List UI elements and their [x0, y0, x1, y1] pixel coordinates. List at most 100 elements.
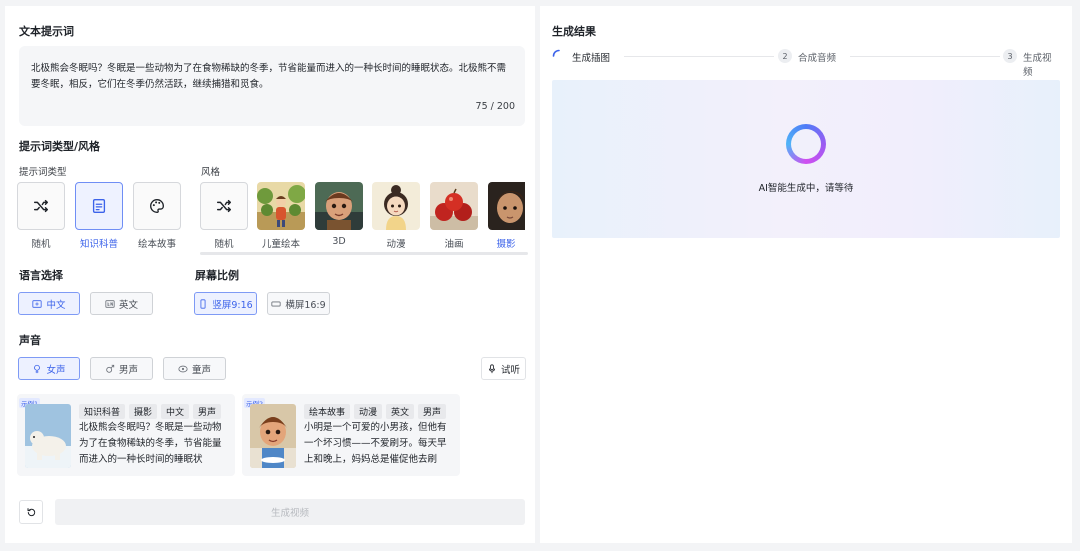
ratio-title: 屏幕比例 [195, 269, 239, 282]
example-1-tags: 知识科普 摄影 中文 男声 [79, 404, 222, 419]
step-3-number: 3 [1003, 49, 1017, 63]
male-icon [106, 364, 115, 373]
prompt-title: 文本提示词 [19, 25, 74, 38]
palette-icon [150, 199, 164, 213]
boy-thumbnail [250, 404, 296, 468]
style-label: 风格 [201, 167, 221, 178]
style-3d[interactable]: 3D [315, 182, 363, 247]
landscape-icon [271, 301, 281, 306]
voice-title: 声音 [19, 334, 41, 347]
type-science[interactable]: 知识科普 [75, 182, 123, 250]
type-story[interactable]: 绘本故事 [133, 182, 181, 250]
generate-video-button[interactable]: 生成视频 [55, 499, 525, 525]
prompt-textarea[interactable]: 北极熊会冬眠吗？冬眠是一些动物为了在食物稀缺的冬季，节省能量而进入的一种长时间的… [19, 46, 525, 126]
config-panel: 文本提示词 北极熊会冬眠吗？冬眠是一些动物为了在食物稀缺的冬季，节省能量而进入的… [5, 6, 535, 543]
type-science-tile[interactable] [75, 182, 123, 230]
tag: 中文 [161, 404, 190, 419]
portrait-icon [200, 298, 206, 309]
voice-child-label: 童声 [191, 364, 211, 376]
result-panel: 生成结果 生成插图 2 合成音频 3 生成视频 AI智能生成中，请等待 [540, 6, 1072, 543]
tag: 动漫 [354, 404, 383, 419]
ratio-portrait-button[interactable]: 竖屏9:16 [194, 292, 257, 315]
shuffle-icon [216, 199, 232, 213]
style-random[interactable]: 随机 [200, 182, 248, 250]
step-connector [850, 56, 1000, 57]
female-icon [34, 364, 41, 373]
ratio-landscape-button[interactable]: 横屏16:9 [267, 292, 330, 315]
voice-male-label: 男声 [118, 364, 138, 376]
step-1-spinner [552, 49, 566, 63]
loading-ring-icon [786, 124, 826, 164]
result-title: 生成结果 [552, 25, 596, 38]
step-2-number: 2 [778, 49, 792, 63]
child-icon [178, 365, 188, 372]
listen-label: 试听 [500, 364, 520, 376]
tag: 知识科普 [79, 404, 126, 419]
example-card-1[interactable]: 示例1 知识科普 摄影 中文 男声 北极熊会冬眠吗？冬眠是一些动物为了在食物稀缺… [17, 394, 235, 476]
voice-female-label: 女声 [46, 364, 66, 376]
example-2-text: 小明是一个可爱的小男孩，但他有一个坏习惯——不爱刷牙。每天早上和晚上，妈妈总是催… [304, 422, 447, 465]
voice-male-button[interactable]: 男声 [90, 357, 153, 380]
step-connector [624, 56, 774, 57]
style-picture-book-label: 儿童绘本 [261, 239, 300, 250]
language-chinese-label: 中文 [46, 299, 66, 311]
style-photo[interactable]: 摄影 [488, 182, 525, 256]
style-picture-book[interactable]: 儿童绘本 [257, 182, 305, 250]
reset-button[interactable] [19, 500, 43, 524]
ratio-portrait-label: 竖屏9:16 [212, 299, 253, 311]
language-english-button[interactable]: 英文 [90, 292, 153, 315]
ratio-landscape-label: 横屏16:9 [285, 299, 326, 311]
tag: 男声 [418, 404, 447, 419]
tag: 男声 [193, 404, 222, 419]
prompt-counter: 75 / 200 [475, 101, 515, 112]
voice-child-button[interactable]: 童声 [163, 357, 226, 380]
polar-bear-thumbnail [25, 404, 71, 468]
language-title: 语言选择 [19, 269, 63, 282]
microphone-icon [488, 363, 496, 373]
type-random-label: 随机 [31, 239, 51, 250]
oil-painting-thumbnail[interactable] [430, 182, 478, 230]
prompt-text: 北极熊会冬眠吗？冬眠是一些动物为了在食物稀缺的冬季，节省能量而进入的一种长时间的… [31, 63, 507, 90]
style-anime-label: 动漫 [386, 239, 406, 250]
generating-status: AI智能生成中，请等待 [758, 183, 854, 194]
style-oil[interactable]: 油画 [430, 182, 478, 250]
type-style-title: 提示词类型/风格 [19, 140, 101, 153]
3d-thumbnail[interactable] [315, 182, 363, 230]
type-science-label: 知识科普 [79, 239, 118, 250]
step-2-label: 合成音频 [798, 53, 837, 64]
anime-thumbnail[interactable] [372, 182, 420, 230]
style-random-label: 随机 [214, 239, 234, 250]
language-english-label: 英文 [118, 299, 138, 311]
example-1-text: 北极熊会冬眠吗？冬眠是一些动物为了在食物稀缺的冬季，节省能量而进入的一种长时间的… [79, 422, 222, 465]
photo-thumbnail[interactable] [488, 182, 525, 230]
example-2-tags: 绘本故事 动漫 英文 男声 [304, 404, 447, 419]
listen-button[interactable]: 试听 [481, 357, 526, 380]
style-anime[interactable]: 动漫 [372, 182, 420, 250]
document-icon [92, 199, 106, 213]
chinese-icon [32, 299, 43, 308]
style-photo-label: 摄影 [496, 239, 516, 250]
example-card-2[interactable]: 示例2 绘本故事 动漫 英文 男声 小明是一个可爱的小男孩，但他有一个坏习惯——… [242, 394, 460, 476]
voice-female-button[interactable]: 女声 [18, 357, 80, 380]
type-story-tile[interactable] [133, 182, 181, 230]
style-3d-label: 3D [332, 236, 346, 247]
result-preview: AI智能生成中，请等待 [552, 80, 1060, 238]
type-story-label: 绘本故事 [137, 239, 176, 250]
tag: 绘本故事 [304, 404, 351, 419]
language-chinese-button[interactable]: 中文 [18, 292, 80, 315]
step-3-label: 生成视频 [1023, 53, 1052, 78]
style-scrollbar[interactable] [200, 252, 528, 255]
progress-steps: 生成插图 2 合成音频 3 生成视频 [552, 48, 1060, 78]
tag: 摄影 [129, 404, 158, 419]
english-icon [105, 299, 115, 308]
style-random-tile[interactable] [200, 182, 248, 230]
shuffle-icon [33, 199, 49, 213]
style-oil-label: 油画 [444, 239, 464, 250]
type-random-tile[interactable] [17, 182, 65, 230]
picture-book-thumbnail[interactable] [257, 182, 305, 230]
reset-icon [27, 507, 35, 516]
type-label: 提示词类型 [19, 167, 67, 178]
type-random[interactable]: 随机 [17, 182, 65, 250]
loading-spinner-icon [552, 49, 560, 57]
tag: 英文 [386, 404, 415, 419]
